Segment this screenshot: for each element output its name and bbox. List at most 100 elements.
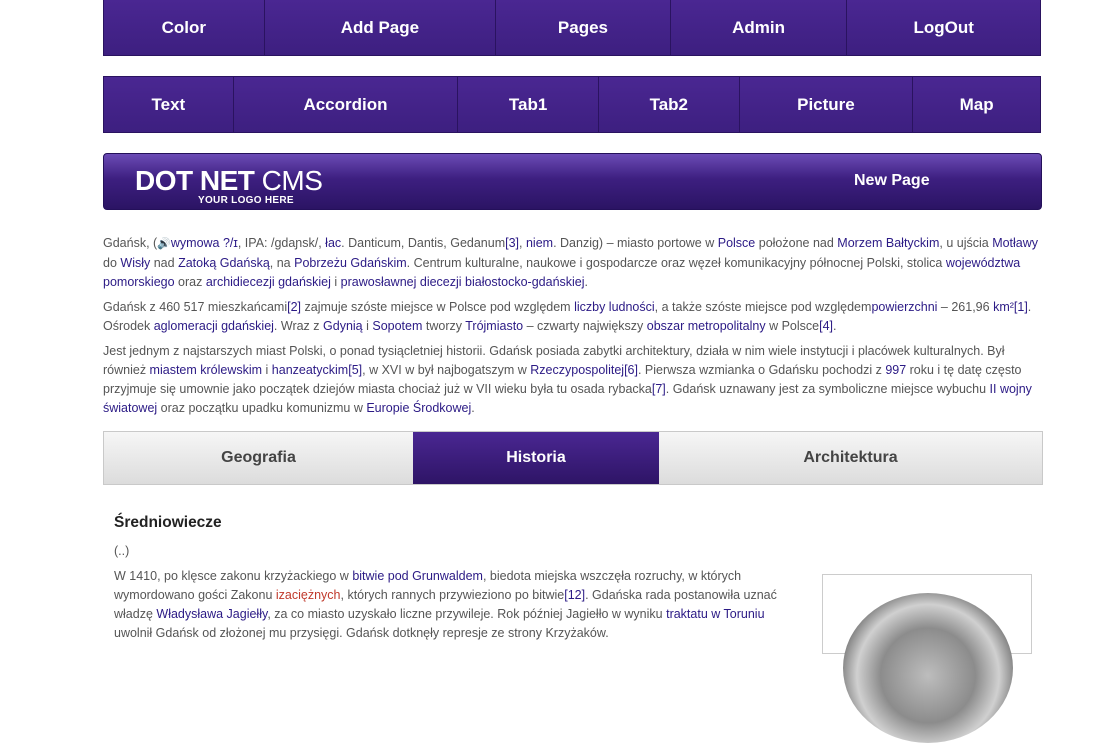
inline-link[interactable]: Rzeczypospolitej	[530, 363, 624, 377]
text-run: położone nad	[755, 236, 838, 250]
inline-link[interactable]: [4]	[819, 319, 833, 333]
text-run: . Danticum, Dantis, Gedanum	[341, 236, 506, 250]
header-banner: DOT NET CMS YOUR LOGO HERE New Page	[103, 153, 1042, 210]
section-body: W 1410, po klęsce zakonu krzyżackiego w …	[114, 567, 804, 643]
section-title: Średniowiecze	[114, 514, 222, 531]
inline-link[interactable]: traktatu w Toruniu	[666, 607, 764, 621]
text-run: , za co miasto uzyskało liczne przywilej…	[267, 607, 667, 621]
text-run: – 261,96	[937, 300, 994, 314]
article-paragraph-3: Jest jednym z najstarszych miast Polski,…	[103, 342, 1043, 418]
text-run: . Gdańsk uznawany jest za symboliczne mi…	[665, 382, 990, 396]
inline-link[interactable]: [5]	[348, 363, 362, 377]
inline-link[interactable]: bitwie pod Grunwaldem	[352, 569, 483, 583]
inline-link[interactable]: Europie Środkowej	[366, 401, 471, 415]
inline-link[interactable]: Motławy	[992, 236, 1038, 250]
new-page-link[interactable]: New Page	[854, 172, 930, 190]
text-run: oraz	[174, 275, 206, 289]
inline-link[interactable]: [2]	[287, 300, 301, 314]
article-paragraph-2: Gdańsk z 460 517 mieszkańcami[2] zajmuje…	[103, 298, 1043, 336]
nav-accordion[interactable]: Accordion	[234, 77, 459, 132]
text-run: . Danzig) – miasto portowe w	[553, 236, 718, 250]
nav-pages[interactable]: Pages	[496, 0, 671, 55]
text-run: . Wraz z	[273, 319, 324, 333]
site-logo[interactable]: DOT NET CMS	[135, 165, 323, 196]
text-run: .	[833, 319, 837, 333]
text-run: , u ujścia	[939, 236, 993, 250]
inline-link[interactable]: 997	[885, 363, 906, 377]
inline-link[interactable]: Gdynią	[323, 319, 363, 333]
inline-link[interactable]: Trójmiasto	[465, 319, 523, 333]
inline-link[interactable]: liczby ludności	[574, 300, 655, 314]
primary-nav: Color Add Page Pages Admin LogOut	[103, 0, 1041, 56]
article-intro: Gdańsk, (🔊wymowa ?/ɪ, IPA: /gdaɲsk/, łac…	[103, 234, 1043, 424]
text-run: Gdańsk, (	[103, 236, 158, 250]
tab-geografia[interactable]: Geografia	[104, 432, 413, 484]
text-run: , a także szóste miejsce pod względem	[654, 300, 872, 314]
tab-architektura[interactable]: Architektura	[659, 432, 1042, 484]
inline-link[interactable]: [6]	[624, 363, 638, 377]
text-run: do	[103, 256, 121, 270]
text-run: , w XVI w był najbogatszym w	[362, 363, 531, 377]
nav-add-page[interactable]: Add Page	[265, 0, 497, 55]
nav-admin[interactable]: Admin	[671, 0, 848, 55]
tab-panel-historia: Średniowiecze (..) W 1410, po klęsce zak…	[114, 512, 804, 643]
inline-link[interactable]: Morzem Bałtyckim	[837, 236, 939, 250]
content-tabs: Geografia Historia Architektura	[103, 431, 1043, 485]
inline-link[interactable]: Władysława Jagiełły	[156, 607, 267, 621]
inline-link[interactable]: [12]	[564, 588, 585, 602]
tab-historia[interactable]: Historia	[413, 432, 659, 484]
inline-link[interactable]: powierzchni	[871, 300, 937, 314]
inline-link[interactable]: km²	[993, 300, 1014, 314]
inline-link[interactable]: Wisły	[120, 256, 150, 270]
text-run: .	[471, 401, 475, 415]
inline-link[interactable]: miastem królewskim	[150, 363, 263, 377]
text-run: uwolnił Gdańsk od złożonej mu przysięgi.…	[114, 626, 609, 640]
text-run: W 1410, po klęsce zakonu krzyżackiego w	[114, 569, 353, 583]
nav-tab1[interactable]: Tab1	[458, 77, 599, 132]
inline-link[interactable]: obszar metropolitalny	[647, 319, 766, 333]
seal-image	[822, 574, 1032, 743]
text-run: , na	[269, 256, 295, 270]
text-run: i	[330, 275, 341, 289]
text-run: Gdańsk z 460 517 mieszkańcami	[103, 300, 288, 314]
nav-tab2[interactable]: Tab2	[599, 77, 740, 132]
inline-link[interactable]: Sopotem	[372, 319, 422, 333]
text-run: , IPA: /gdaɲsk/,	[237, 236, 326, 250]
inline-link[interactable]: wymowa ?/ɪ	[171, 236, 238, 250]
text-run: w Polsce	[765, 319, 820, 333]
text-run: , których rannych przywieziono po bitwie	[340, 588, 565, 602]
inline-link[interactable]: Polsce	[718, 236, 756, 250]
speaker-icon[interactable]: 🔊	[157, 238, 171, 250]
inline-link[interactable]: [3]	[505, 236, 519, 250]
logo-light-text: CMS	[254, 165, 323, 196]
inline-link[interactable]: [7]	[652, 382, 666, 396]
logo-bold-text: DOT NET	[135, 165, 255, 196]
inline-link[interactable]: izaciężnych	[276, 588, 341, 602]
nav-map[interactable]: Map	[913, 77, 1040, 132]
secondary-nav: Text Accordion Tab1 Tab2 Picture Map	[103, 76, 1041, 133]
text-run: ,	[519, 236, 526, 250]
text-run: – czwarty największy	[523, 319, 647, 333]
text-run: i	[362, 319, 373, 333]
nav-picture[interactable]: Picture	[740, 77, 914, 132]
inline-link[interactable]: Pobrzeżu Gdańskim	[294, 256, 407, 270]
nav-color[interactable]: Color	[104, 0, 265, 55]
inline-link[interactable]: łac	[325, 236, 341, 250]
text-run: oraz początku upadku komunizmu w	[157, 401, 367, 415]
text-run: .	[584, 275, 589, 289]
inline-link[interactable]: [1]	[1014, 300, 1028, 314]
inline-link[interactable]: aglomeracji gdańskiej	[154, 319, 274, 333]
text-run: i	[262, 363, 272, 377]
text-run: zajmuje szóste miejsce w Polsce pod wzgl…	[301, 300, 575, 314]
inline-link[interactable]: niem	[526, 236, 553, 250]
nav-text[interactable]: Text	[104, 77, 234, 132]
inline-link[interactable]: archidiecezji gdańskiej	[206, 275, 331, 289]
article-paragraph-1: Gdańsk, (🔊wymowa ?/ɪ, IPA: /gdaɲsk/, łac…	[103, 234, 1043, 292]
nav-logout[interactable]: LogOut	[847, 0, 1040, 55]
text-run: . Pierwsza wzmianka o Gdańsku pochodzi z	[637, 363, 886, 377]
text-run: tworzy	[422, 319, 466, 333]
inline-link[interactable]: Zatoką Gdańską	[178, 256, 270, 270]
inline-link[interactable]: hanzeatyckim	[272, 363, 348, 377]
text-run: nad	[150, 256, 179, 270]
inline-link[interactable]: prawosławnej diecezji białostocko-gdańsk…	[341, 275, 585, 289]
